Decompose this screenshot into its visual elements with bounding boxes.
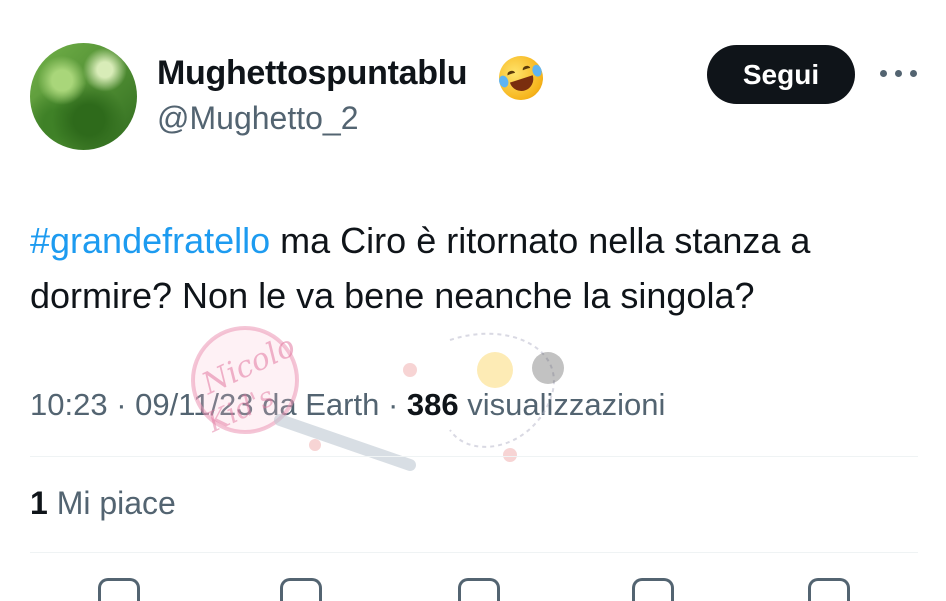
retweet-icon[interactable]: [280, 578, 322, 601]
more-dot: [910, 70, 917, 77]
emoji-eye-left: [506, 69, 517, 79]
divider-top: [30, 456, 918, 457]
share-icon[interactable]: [808, 578, 850, 601]
action-bar: [0, 570, 946, 601]
more-options-icon[interactable]: [878, 66, 918, 80]
emoji-eye-right: [521, 64, 532, 74]
tweet-time[interactable]: 10:23: [30, 387, 108, 422]
more-dot: [895, 70, 902, 77]
meta-separator: ·: [379, 387, 407, 422]
likes-label[interactable]: Mi piace: [48, 485, 176, 521]
avatar[interactable]: [30, 43, 137, 150]
likes-count[interactable]: 1: [30, 485, 48, 521]
tweet-meta: 10:23 · 09/11/23 da Earth · 386 visualiz…: [30, 387, 665, 423]
likes-row[interactable]: 1 Mi piace: [30, 485, 176, 522]
divider-bottom: [30, 552, 918, 553]
tweet-date[interactable]: 09/11/23: [135, 387, 253, 422]
tweet-source: Earth: [305, 387, 380, 422]
hashtag-link[interactable]: #grandefratello: [30, 220, 270, 261]
more-dot: [880, 70, 887, 77]
display-name[interactable]: Mughettospuntablu: [157, 54, 468, 93]
follow-button[interactable]: Segui: [707, 45, 855, 104]
emoji-mouth: [509, 75, 537, 95]
rolling-laughing-emoji-icon: [493, 50, 549, 106]
like-icon[interactable]: [458, 578, 500, 601]
views-count[interactable]: 386: [407, 387, 459, 422]
views-label[interactable]: visualizzazioni: [459, 387, 665, 422]
source-prefix: da: [253, 387, 306, 422]
meta-separator: ·: [107, 387, 136, 422]
reply-icon[interactable]: [98, 578, 140, 601]
user-handle[interactable]: @Mughetto_2: [157, 100, 359, 137]
bookmark-icon[interactable]: [632, 578, 674, 601]
tweet-text: #grandefratello ma Ciro è ritornato nell…: [30, 213, 920, 323]
